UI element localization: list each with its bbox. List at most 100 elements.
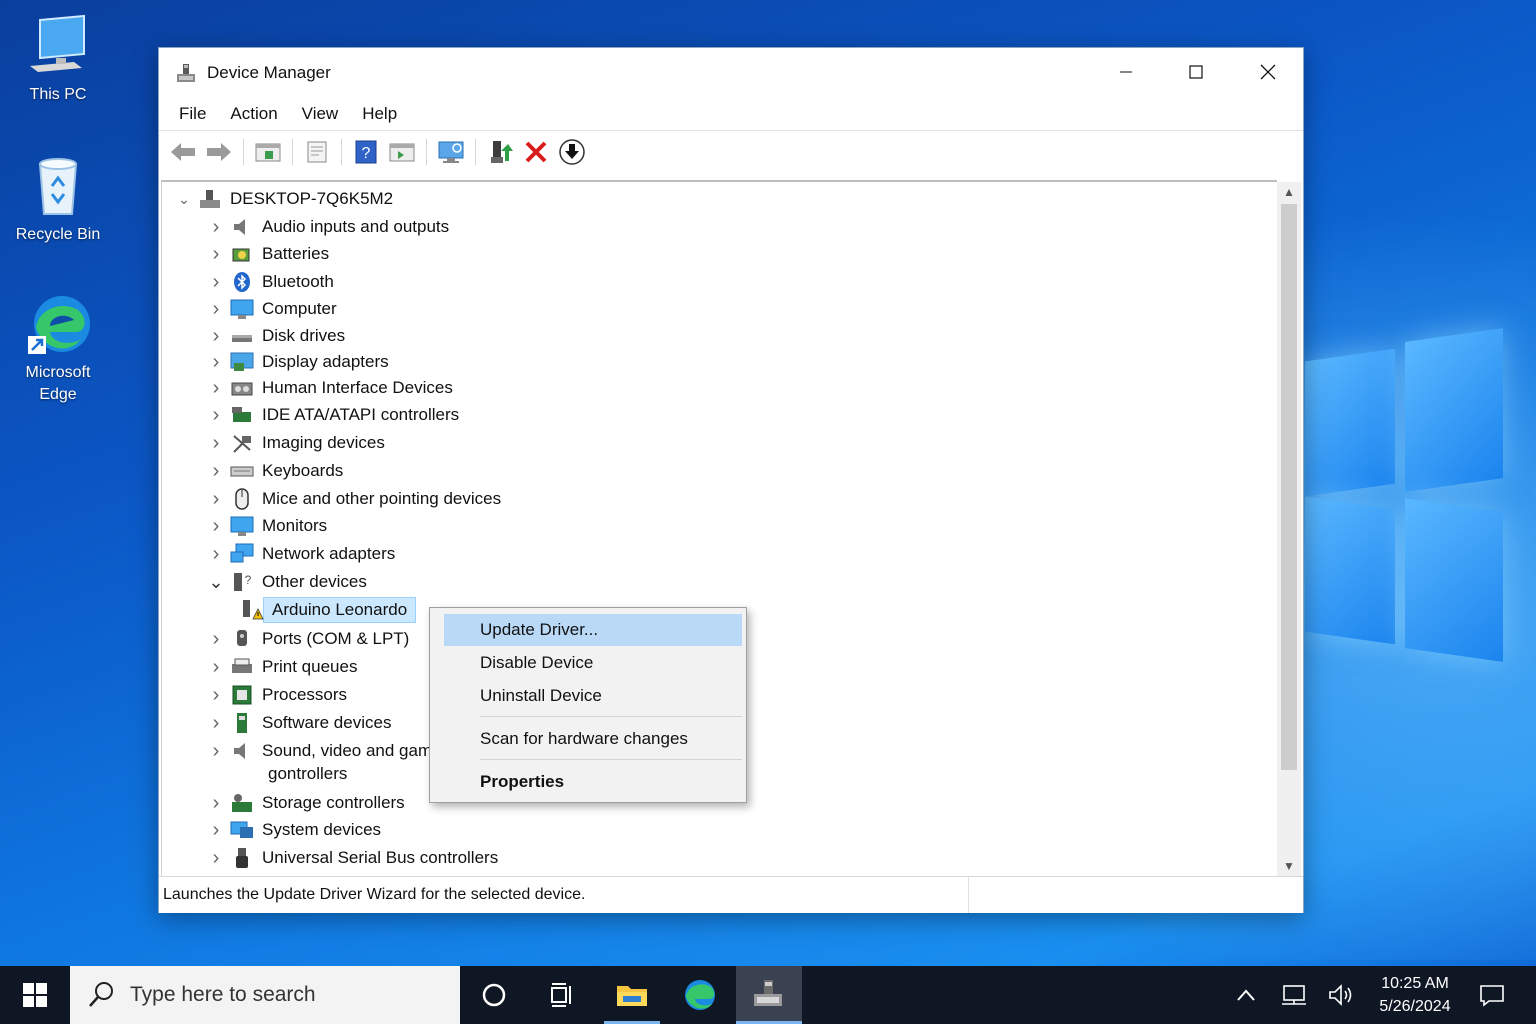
show-hide-console-tree-button[interactable] (252, 136, 284, 168)
back-button[interactable] (167, 136, 199, 168)
menu-item-update-driver[interactable]: Update Driver... (444, 614, 742, 646)
tree-category-node[interactable]: › Mice and other pointing devices (206, 486, 501, 512)
expand-chevron-icon[interactable]: › (206, 543, 226, 566)
expand-chevron-icon[interactable]: › (206, 404, 226, 427)
tree-category-node[interactable]: › Universal Serial Bus controllers (206, 845, 499, 871)
expand-chevron-icon[interactable]: › (206, 515, 226, 538)
storage-controller-icon (230, 792, 254, 814)
tree-category-node[interactable]: › Computer (206, 296, 337, 322)
expand-chevron-icon[interactable]: › (206, 271, 226, 294)
processor-icon (230, 684, 254, 706)
show-hidden-icons-button[interactable] (1228, 966, 1264, 1024)
desktop-icon-this-pc[interactable]: This PC (8, 14, 108, 106)
action-pane-button[interactable] (386, 136, 418, 168)
expand-chevron-icon[interactable]: › (206, 656, 226, 679)
ide-controller-icon (230, 404, 254, 426)
properties-button[interactable] (301, 136, 333, 168)
tree-category-node[interactable]: ⌄? Other devices (206, 569, 366, 595)
enable-device-button[interactable] (556, 136, 588, 168)
back-arrow-icon (171, 142, 195, 161)
tree-category-node[interactable]: › Display adapters (206, 349, 389, 375)
tree-node-label: Bluetooth (262, 272, 334, 291)
expand-chevron-icon[interactable]: › (206, 243, 226, 266)
taskbar-search-box[interactable]: Type here to search (70, 966, 460, 1024)
tree-category-node[interactable]: › Disk drives (206, 323, 345, 349)
tree-category-node[interactable]: › Processors (206, 682, 347, 708)
tree-category-node[interactable]: › Monitors (206, 513, 328, 539)
file-explorer-taskbar-button[interactable] (604, 966, 660, 1024)
expand-chevron-icon[interactable]: › (206, 740, 226, 763)
menu-item-properties[interactable]: Properties (444, 766, 742, 798)
desktop-icon-microsoft-edge[interactable]: Microsoft Edge (8, 292, 108, 406)
tree-category-node[interactable]: › Audio inputs and outputs (206, 214, 450, 240)
tree-node-label: Universal Serial Bus controllers (262, 848, 499, 867)
menu-item-scan-hardware[interactable]: Scan for hardware changes (444, 723, 742, 755)
tree-category-node[interactable]: › Imaging devices (206, 430, 385, 456)
menu-view[interactable]: View (290, 104, 351, 124)
start-button[interactable] (0, 966, 70, 1024)
folder-icon (617, 985, 647, 1006)
scan-hardware-button[interactable] (435, 136, 467, 168)
collapse-chevron-icon[interactable]: ⌄ (206, 572, 226, 593)
edge-taskbar-button[interactable] (672, 966, 728, 1024)
taskbar-clock[interactable]: 10:25 AM 5/26/2024 (1372, 972, 1458, 1018)
scroll-down-arrow-icon[interactable]: ▼ (1277, 856, 1301, 876)
tree-category-node[interactable]: › Bluetooth (206, 269, 334, 295)
expand-chevron-icon[interactable]: › (206, 298, 226, 321)
expand-chevron-icon[interactable]: › (206, 792, 226, 815)
scroll-up-arrow-icon[interactable]: ▲ (1277, 182, 1301, 202)
expand-chevron-icon[interactable]: › (206, 351, 226, 374)
tree-category-node[interactable]: › IDE ATA/ATAPI controllers (206, 402, 459, 428)
tree-category-node[interactable]: › System devices (206, 817, 381, 843)
tree-node-label: Processors (262, 685, 348, 704)
menu-bar: File Action View Help (159, 98, 1303, 130)
expand-chevron-icon[interactable]: › (206, 432, 226, 455)
scrollbar-thumb[interactable] (1281, 204, 1297, 770)
device-manager-taskbar-button[interactable] (736, 966, 802, 1024)
tree-category-node[interactable]: › Ports (COM & LPT) (206, 626, 410, 652)
tree-category-node[interactable]: › Print queues (206, 654, 358, 680)
tree-category-node[interactable]: › Network adapters (206, 541, 396, 567)
expand-chevron-icon[interactable]: › (206, 488, 226, 511)
expand-chevron-icon[interactable]: › (206, 847, 226, 870)
volume-tray-button[interactable] (1322, 966, 1362, 1024)
uninstall-device-button[interactable] (520, 136, 552, 168)
vertical-scrollbar[interactable]: ▲ ▼ (1277, 182, 1301, 876)
update-driver-button[interactable] (484, 136, 516, 168)
minimize-button[interactable] (1091, 48, 1161, 96)
task-view-button[interactable] (534, 966, 590, 1024)
tree-category-node[interactable]: › Batteries (206, 241, 329, 267)
desktop-icon-recycle-bin[interactable]: Recycle Bin (8, 154, 108, 246)
menu-item-uninstall-device[interactable]: Uninstall Device (444, 680, 742, 712)
expand-chevron-icon[interactable]: › (206, 325, 226, 348)
tree-category-node[interactable]: › Storage controllers (206, 790, 405, 816)
toolbar-separator (341, 138, 342, 165)
menu-file[interactable]: File (167, 104, 218, 124)
tree-category-node[interactable]: › Keyboards (206, 458, 344, 484)
menu-action[interactable]: Action (218, 104, 289, 124)
help-button[interactable]: ? (350, 136, 382, 168)
forward-button[interactable] (203, 136, 235, 168)
close-button[interactable] (1233, 48, 1303, 96)
menu-item-disable-device[interactable]: Disable Device (444, 647, 742, 679)
expand-chevron-icon[interactable]: › (206, 377, 226, 400)
network-tray-button[interactable] (1274, 966, 1314, 1024)
battery-icon (230, 243, 254, 265)
tree-root-node[interactable]: ⌄ DESKTOP-7Q6K5M2 (174, 186, 393, 212)
action-center-button[interactable] (1470, 966, 1514, 1024)
menu-help[interactable]: Help (350, 104, 409, 124)
cortana-button[interactable] (466, 966, 522, 1024)
expand-chevron-icon[interactable]: › (206, 712, 226, 735)
collapse-chevron-icon[interactable]: ⌄ (174, 191, 194, 208)
tree-category-node[interactable]: › Software devices (206, 710, 392, 736)
tree-device-node[interactable]: Arduino Leonardo (236, 597, 417, 623)
maximize-button[interactable] (1161, 48, 1231, 96)
expand-chevron-icon[interactable]: › (206, 216, 226, 239)
show-hide-console-tree-icon (255, 143, 281, 161)
expand-chevron-icon[interactable]: › (206, 460, 226, 483)
tree-category-node[interactable]: › Human Interface Devices (206, 375, 453, 401)
expand-chevron-icon[interactable]: › (206, 628, 226, 651)
expand-chevron-icon[interactable]: › (206, 684, 226, 707)
expand-chevron-icon[interactable]: › (206, 819, 226, 842)
title-bar[interactable]: Device Manager (159, 48, 1303, 98)
